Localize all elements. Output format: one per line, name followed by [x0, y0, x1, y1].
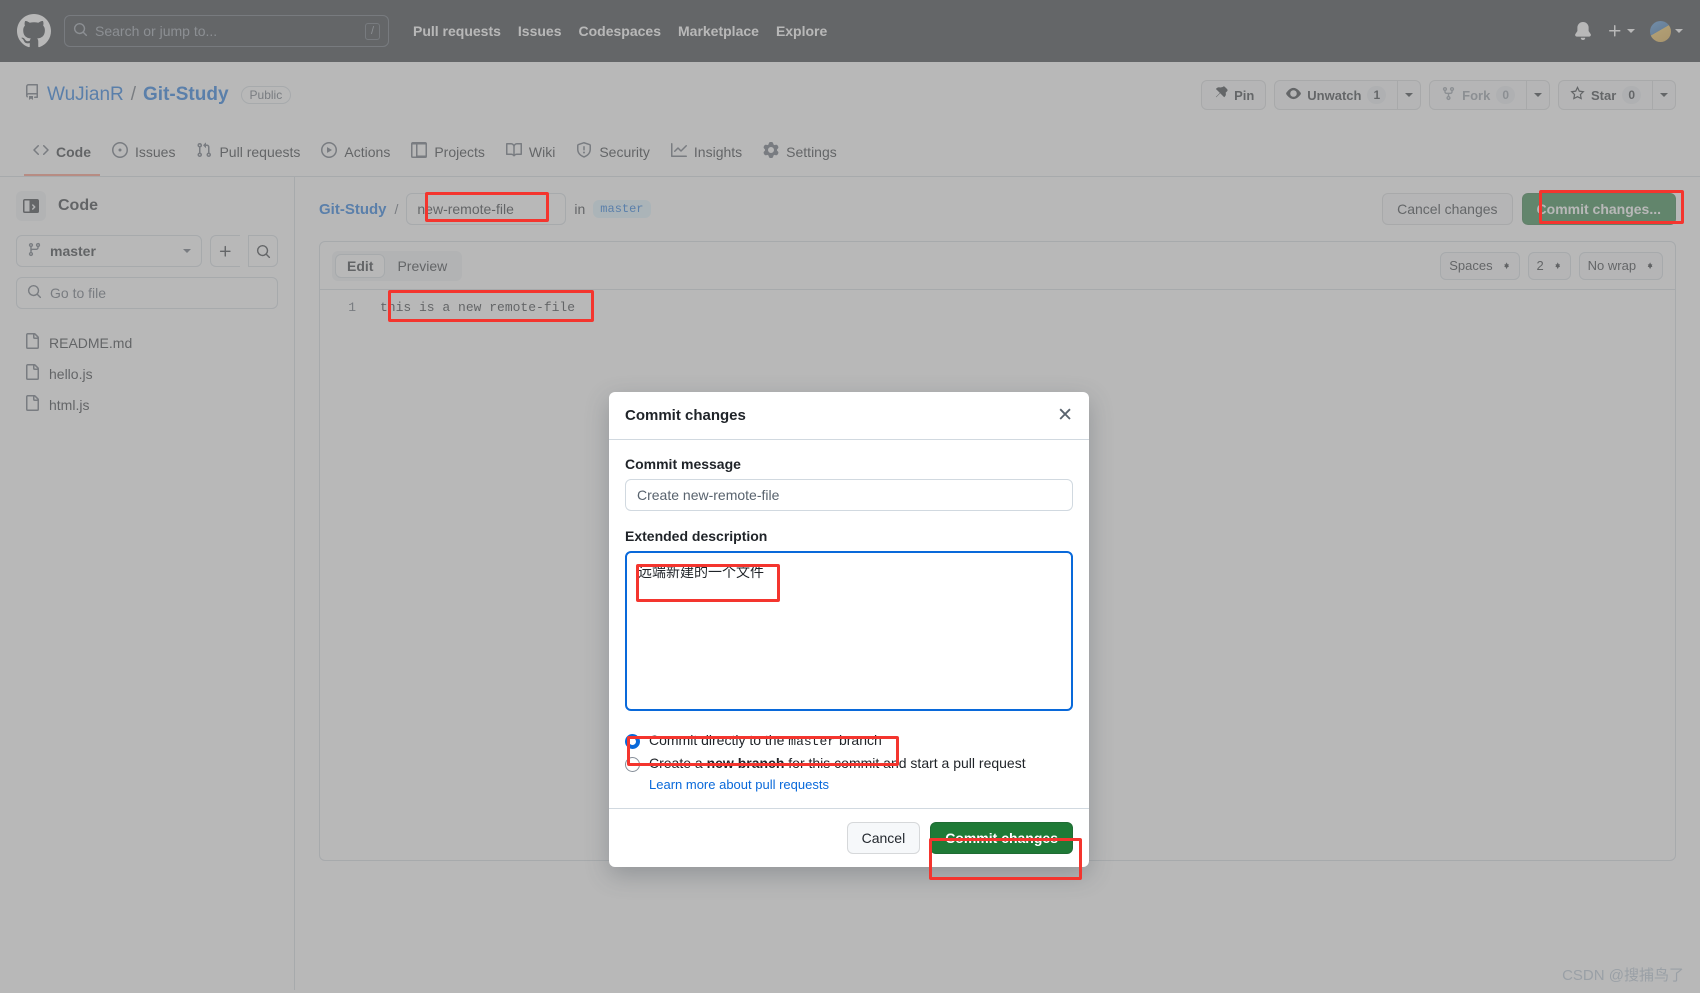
option-create-branch[interactable]: Create a new branch for this commit and … — [625, 752, 1073, 775]
commit-message-value: Create new-remote-file — [637, 487, 780, 503]
dialog-title: Commit changes — [625, 407, 746, 424]
option-direct-prefix: Commit directly to the — [649, 732, 789, 748]
dialog-commit-button[interactable]: Commit changes — [930, 822, 1073, 854]
option-new-prefix: Create a — [649, 755, 707, 771]
option-commit-directly[interactable]: Commit directly to the master branch — [625, 729, 1073, 752]
commit-message-input[interactable]: Create new-remote-file — [625, 479, 1073, 511]
extended-description-input[interactable]: 远端新建的一个文件 — [625, 551, 1073, 711]
radio-commit-directly[interactable] — [625, 734, 640, 749]
page-root: Search or jump to... / Pull requests Iss… — [0, 0, 1700, 993]
radio-create-branch[interactable] — [625, 757, 640, 772]
close-icon[interactable]: ✕ — [1057, 406, 1073, 425]
dialog-header: Commit changes ✕ — [609, 392, 1089, 440]
modal-layer: Commit changes ✕ Commit message Create n… — [0, 0, 1700, 993]
dialog-footer: Cancel Commit changes — [609, 808, 1089, 867]
option-new-bold: new branch — [706, 755, 785, 771]
watermark: CSDN @搜捕鸟了 — [1562, 967, 1684, 984]
extended-description-value: 远端新建的一个文件 — [638, 564, 764, 580]
option-create-branch-label: Create a new branch for this commit and … — [649, 755, 1026, 771]
dialog-cancel-button[interactable]: Cancel — [846, 822, 921, 854]
option-direct-branch: master — [788, 734, 836, 749]
option-new-suffix: for this commit and start a pull request — [784, 755, 1026, 771]
extended-description-label: Extended description — [625, 528, 768, 544]
commit-changes-dialog: Commit changes ✕ Commit message Create n… — [609, 392, 1089, 867]
commit-target-options: Commit directly to the master branch Cre… — [625, 729, 1073, 792]
dialog-body: Commit message Create new-remote-file Ex… — [609, 440, 1089, 808]
option-commit-directly-label: Commit directly to the master branch — [649, 732, 882, 749]
option-direct-suffix: branch — [835, 732, 882, 748]
commit-message-label: Commit message — [625, 456, 741, 472]
learn-more-link[interactable]: Learn more about pull requests — [649, 777, 1073, 792]
